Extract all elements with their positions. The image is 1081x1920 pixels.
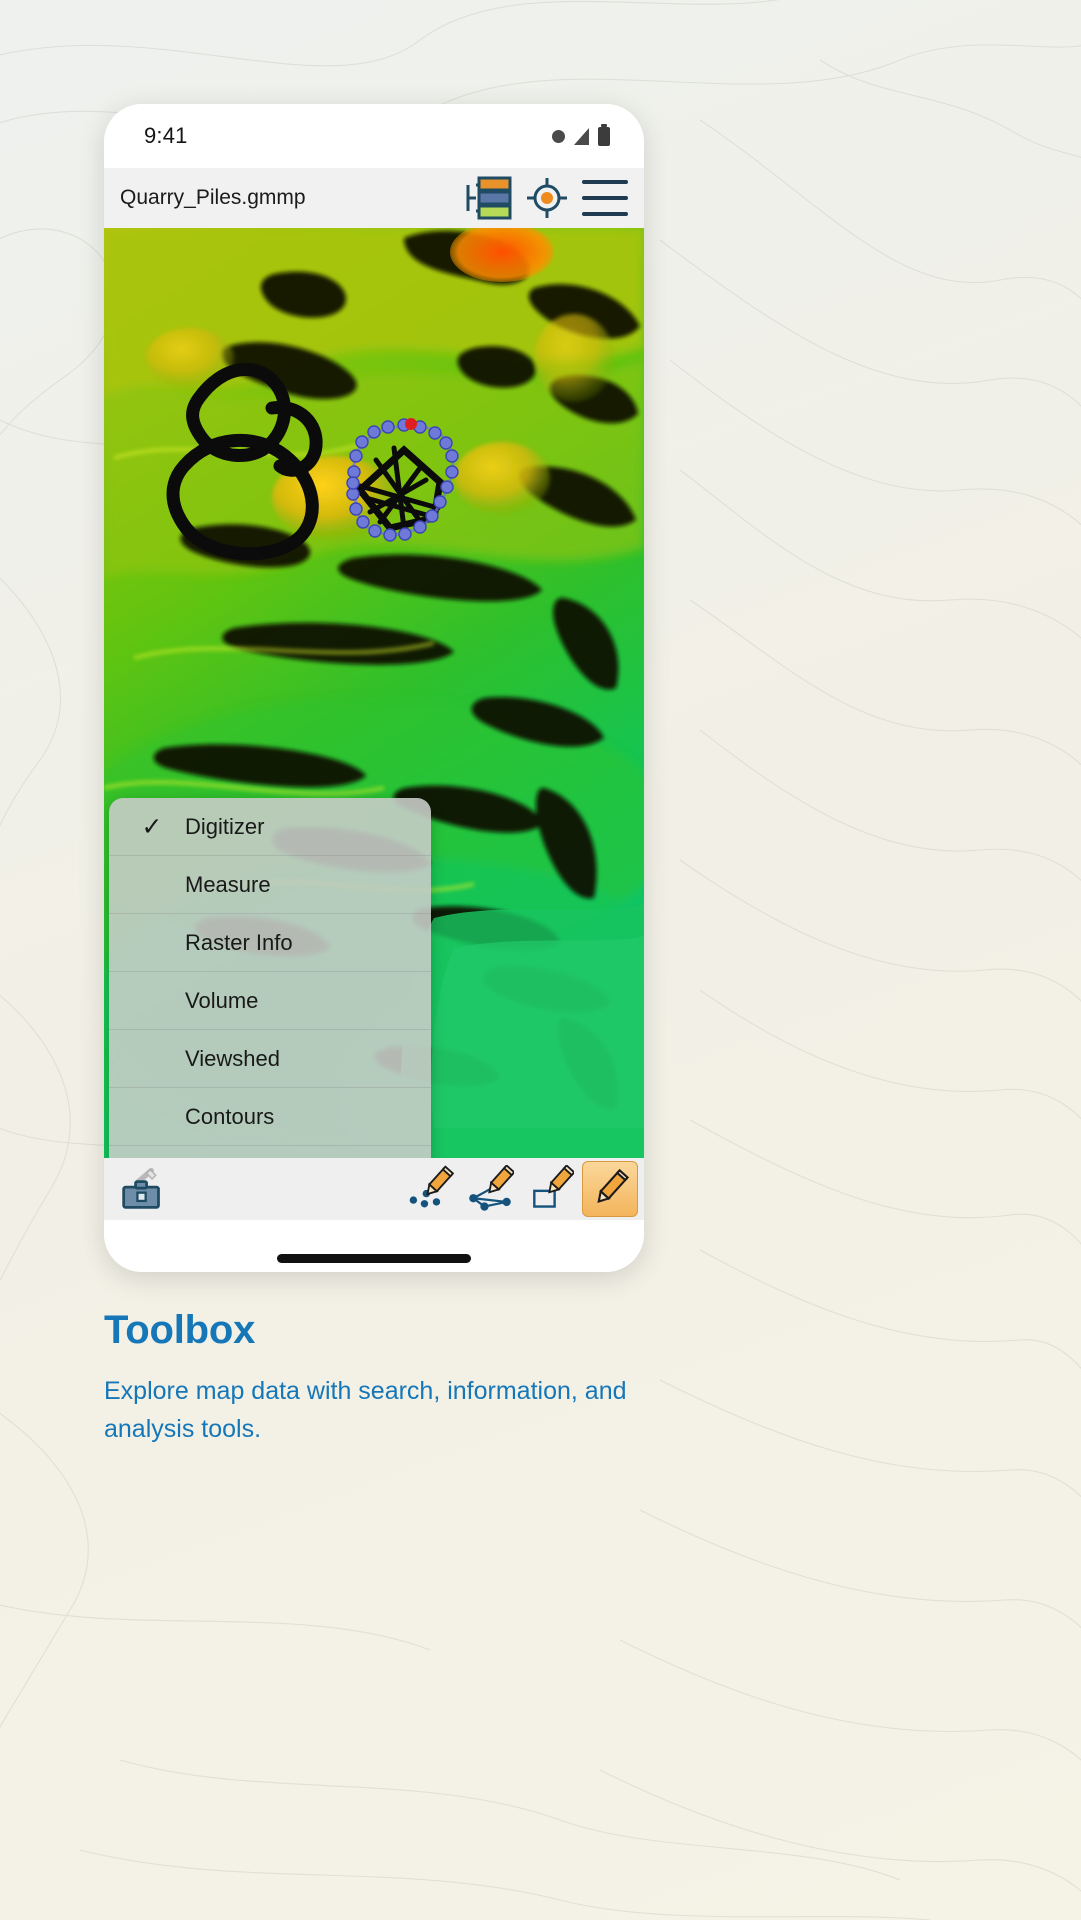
- digitize-line-icon[interactable]: [462, 1161, 518, 1217]
- red-vertex-point: [405, 418, 417, 430]
- gps-target-icon[interactable]: [526, 177, 568, 219]
- menu-item-label: Volume: [185, 987, 259, 1013]
- hamburger-menu-icon[interactable]: [582, 180, 628, 216]
- menu-item-volume[interactable]: Volume: [109, 972, 431, 1030]
- toolbar-left-group: [114, 1161, 170, 1217]
- caption-body: Explore map data with search, informatio…: [104, 1377, 627, 1443]
- layers-icon[interactable]: [460, 176, 512, 220]
- toolbox-dropdown-menu[interactable]: ✓ Digitizer Measure Raster Info Volume V…: [109, 798, 431, 1158]
- digitize-point-icon[interactable]: [402, 1161, 458, 1217]
- menu-item-label: Viewshed: [185, 1045, 280, 1071]
- bottom-toolbar: [104, 1158, 644, 1220]
- app-bar-actions: [460, 176, 628, 220]
- app-bar: Quarry_Piles.gmmp: [104, 168, 644, 228]
- map-canvas[interactable]: ✓ Digitizer Measure Raster Info Volume V…: [104, 228, 644, 1158]
- digitize-polygon-icon[interactable]: [522, 1161, 578, 1217]
- menu-item-measure[interactable]: Measure: [109, 856, 431, 914]
- status-icons: [552, 123, 610, 146]
- menu-item-label: Digitizer: [185, 813, 265, 839]
- menu-item-search-features[interactable]: Search Features: [109, 1146, 431, 1158]
- dot-indicator-icon: [552, 129, 565, 143]
- signal-icon: [574, 127, 589, 145]
- caption-title: Toolbox: [104, 1308, 256, 1352]
- page-title: Quarry_Piles.gmmp: [120, 186, 306, 209]
- menu-item-raster-info[interactable]: Raster Info: [109, 914, 431, 972]
- home-indicator-bar: [104, 1220, 644, 1272]
- toolbar-right-group: [402, 1161, 638, 1217]
- status-bar: 9:41: [104, 104, 644, 168]
- toolbox-icon[interactable]: [114, 1161, 170, 1217]
- digitize-freehand-icon[interactable]: [582, 1161, 638, 1217]
- home-indicator[interactable]: [277, 1253, 471, 1263]
- menu-item-viewshed[interactable]: Viewshed: [109, 1030, 431, 1088]
- menu-item-contours[interactable]: Contours: [109, 1088, 431, 1146]
- menu-item-label: Raster Info: [185, 929, 293, 955]
- battery-icon: [598, 123, 610, 146]
- menu-item-digitizer[interactable]: ✓ Digitizer: [109, 798, 431, 856]
- check-icon: ✓: [141, 812, 163, 841]
- caption-block: Toolbox Explore map data with search, in…: [104, 1308, 664, 1448]
- phone-mockup: 9:41 Quarry_Piles.gmmp ✓ Digitizer Measu…: [104, 104, 644, 1272]
- status-time: 9:41: [144, 123, 188, 148]
- menu-item-label: Measure: [185, 871, 271, 897]
- page-root: 9:41 Quarry_Piles.gmmp ✓ Digitizer Measu…: [0, 0, 1081, 1920]
- menu-item-label: Contours: [185, 1103, 275, 1129]
